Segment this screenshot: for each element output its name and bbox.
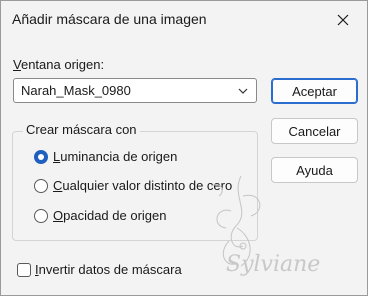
invert-mask-checkbox-row[interactable]: Invertir datos de máscara <box>17 262 182 277</box>
title-bar: Añadir máscara de una imagen <box>1 1 367 39</box>
source-window-label: Ventana origen: <box>13 57 105 72</box>
radio-any-nonzero[interactable]: Cualquier valor distinto de cero <box>34 178 232 193</box>
radio-button[interactable] <box>34 178 48 193</box>
radio-source-opacity[interactable]: Opacidad de origen <box>34 208 166 223</box>
radio-label-luminance: Luminancia de origen <box>53 149 178 164</box>
radio-label-opacity: Opacidad de origen <box>53 208 167 223</box>
close-button[interactable] <box>325 5 361 35</box>
invert-mask-checkbox[interactable] <box>17 262 31 277</box>
source-window-dropdown[interactable]: Narah_Mask_0980 <box>13 78 257 103</box>
radio-button-selected[interactable] <box>34 149 48 164</box>
radio-label-nonzero: Cualquier valor distinto de cero <box>53 178 233 193</box>
radio-source-luminance[interactable]: Luminancia de origen <box>34 149 177 164</box>
add-mask-dialog: Añadir máscara de una imagen Ventana ori… <box>0 0 368 296</box>
svg-text:Sylviane: Sylviane <box>226 252 320 277</box>
source-window-value: Narah_Mask_0980 <box>21 83 131 98</box>
chevron-down-icon <box>238 88 248 94</box>
ok-button[interactable]: Aceptar <box>271 78 358 104</box>
cancel-button[interactable]: Cancelar <box>271 118 358 144</box>
window-title: Añadir máscara de una imagen <box>12 11 207 27</box>
help-button[interactable]: Ayuda <box>271 157 358 183</box>
invert-mask-label: Invertir datos de máscara <box>35 262 182 277</box>
create-mask-group-legend: Crear máscara con <box>23 122 140 137</box>
radio-button[interactable] <box>34 208 48 223</box>
close-icon <box>337 14 349 26</box>
